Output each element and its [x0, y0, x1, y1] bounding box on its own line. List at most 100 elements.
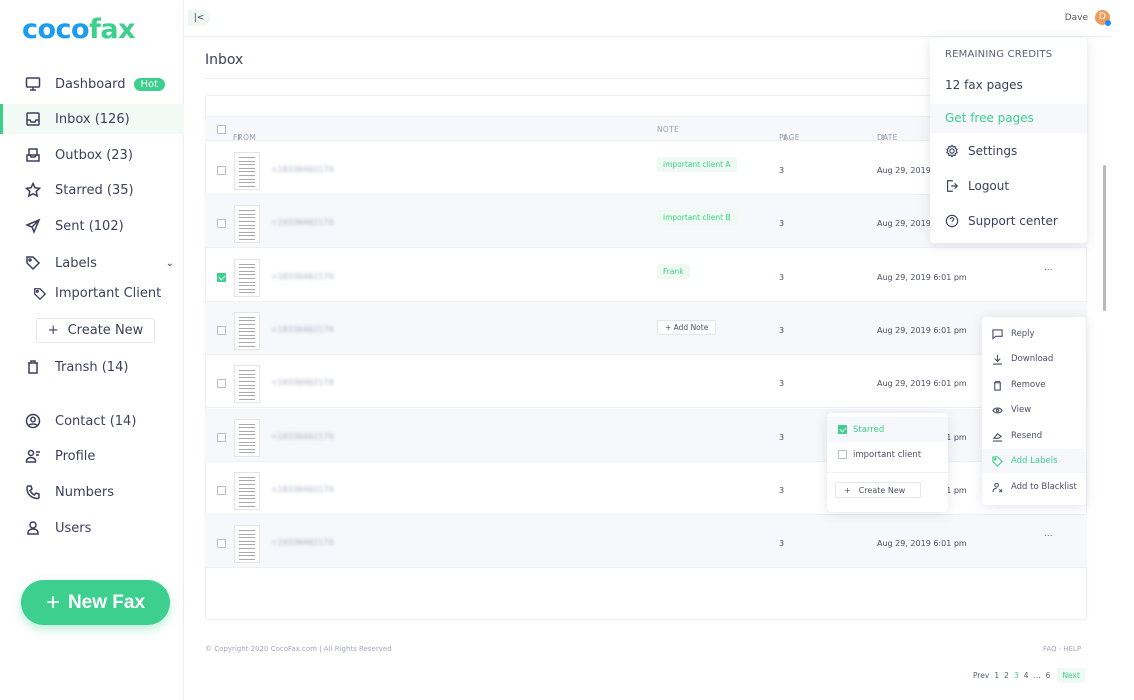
user-menu[interactable]: Dave D — [1065, 10, 1111, 26]
sidebar-item-users[interactable]: Users — [0, 513, 184, 543]
from-number[interactable]: +18336462174 — [271, 218, 334, 227]
chevron-down-icon[interactable]: ⌄ — [166, 258, 174, 269]
sidebar-item-dashboard[interactable]: Dashboard Hot — [0, 69, 184, 99]
faq-help-links[interactable]: FAQ · HELP — [1043, 645, 1081, 653]
table-row[interactable]: +183364621743Aug 29, 2019 6:01 pm — [205, 355, 1087, 409]
date: Aug 29, 2019 6:01 pm — [877, 539, 967, 549]
sidebar-item-labels[interactable]: Labels ⌄ — [0, 248, 184, 278]
credits-header: REMAINING CREDITS — [945, 49, 1053, 60]
sidebar-item-label: Inbox (126) — [55, 111, 130, 127]
more-actions-icon[interactable]: ... — [1044, 529, 1053, 539]
logout-menu-item[interactable]: Logout — [945, 179, 1009, 193]
fax-thumbnail[interactable] — [234, 418, 260, 457]
phone-icon — [25, 484, 41, 500]
sidebar-item-contact[interactable]: Contact (14) — [0, 406, 184, 436]
from-number[interactable]: +18336462174 — [271, 272, 334, 281]
settings-menu-item[interactable]: Settings — [945, 144, 1017, 158]
from-number[interactable]: +18336462174 — [271, 538, 334, 547]
page-4[interactable]: 4 — [1024, 671, 1029, 680]
table-row[interactable]: +183364621743Aug 29, 2019 6:01 pm — [205, 408, 1087, 462]
plus-icon: + — [47, 323, 59, 338]
reply-menu-item[interactable]: Reply — [982, 322, 1086, 346]
note-tag[interactable]: important client A — [657, 157, 737, 172]
sort-icon: ⇕ — [779, 133, 789, 142]
remove-menu-item[interactable]: Remove — [982, 373, 1086, 397]
sidebar-label-important-client[interactable]: Important Client — [33, 286, 161, 301]
sidebar-item-numbers[interactable]: Numbers — [0, 477, 184, 507]
from-number[interactable]: +18336462174 — [271, 378, 334, 387]
sidebar-item-inbox[interactable]: Inbox (126) — [0, 104, 184, 134]
sidebar-item-outbox[interactable]: Outbox (23) — [0, 140, 184, 170]
profile-icon — [25, 448, 41, 464]
support-center-menu-item[interactable]: Support center — [945, 214, 1058, 228]
sidebar-item-sent[interactable]: Sent (102) — [0, 211, 184, 241]
select-all-checkbox[interactable] — [217, 125, 226, 134]
fax-thumbnail[interactable] — [234, 471, 260, 510]
sidebar-item-trash[interactable]: Transh (14) — [0, 352, 184, 382]
table-row[interactable]: +18336462174 Frank 3 Aug 29, 2019 6:01 pm..… — [205, 249, 1087, 302]
new-fax-button[interactable]: + New Fax — [21, 580, 170, 625]
avatar[interactable]: D — [1095, 10, 1111, 26]
fax-thumbnail[interactable] — [234, 365, 260, 404]
row-checkbox[interactable] — [217, 539, 226, 549]
sidebar-item-label: Numbers — [55, 484, 114, 500]
outbox-icon — [25, 147, 41, 163]
page-2[interactable]: 2 — [1004, 671, 1009, 680]
page-count: 3 — [779, 485, 785, 495]
fax-thumbnail[interactable] — [234, 525, 260, 564]
page-6[interactable]: 6 — [1046, 671, 1051, 680]
row-checkbox[interactable] — [217, 379, 226, 389]
more-actions-icon[interactable]: ... — [1044, 263, 1053, 273]
page-1[interactable]: 1 — [994, 671, 999, 680]
collapse-sidebar-button[interactable]: |< — [188, 10, 210, 26]
checkbox[interactable] — [838, 450, 847, 459]
add-labels-menu-item[interactable]: Add Labels — [982, 449, 1086, 473]
page-count: 3 — [779, 219, 785, 229]
row-checkbox[interactable] — [217, 325, 226, 335]
plus-icon: + — [665, 322, 674, 332]
table-row[interactable]: +18336462174 + Add Note 3 Aug 29, 2019 6:01… — [205, 301, 1087, 355]
divider — [827, 472, 948, 473]
fax-thumbnail[interactable] — [234, 311, 260, 350]
sidebar-item-label: Dashboard — [55, 76, 126, 92]
row-checkbox[interactable] — [217, 166, 226, 175]
note-tag[interactable]: important client B — [657, 210, 737, 226]
account-dropdown: REMAINING CREDITS 12 fax pages Get free … — [930, 38, 1087, 243]
resend-menu-item[interactable]: Resend — [982, 424, 1086, 448]
fax-thumbnail[interactable] — [234, 205, 260, 244]
sidebar-item-label: Contact (14) — [55, 413, 137, 429]
trash-icon — [993, 380, 1002, 391]
inbox-icon — [25, 111, 41, 127]
label-option-starred[interactable]: Starred — [827, 417, 948, 442]
next-page-button[interactable]: Next — [1057, 668, 1085, 683]
add-note-button[interactable]: + Add Note — [657, 319, 717, 335]
from-number[interactable]: +18336462174 — [271, 165, 334, 174]
view-menu-item[interactable]: View — [982, 398, 1086, 422]
prev-page-button[interactable]: Prev — [973, 671, 989, 680]
cocofax-logo[interactable]: cocofax — [22, 14, 135, 45]
row-checkbox[interactable] — [217, 219, 226, 229]
table-row[interactable]: +18336462174 3 Aug 29, 2019 6:01 pm... — [205, 515, 1087, 569]
sidebar-item-profile[interactable]: Profile — [0, 441, 184, 471]
sidebar-item-starred[interactable]: Starred (35) — [0, 175, 184, 205]
from-number[interactable]: +18336462174 — [271, 432, 334, 441]
row-checkbox[interactable] — [217, 432, 226, 442]
add-to-blacklist-menu-item[interactable]: Add to Blacklist — [982, 475, 1086, 499]
page-3[interactable]: 3 — [1014, 671, 1019, 680]
scrollbar[interactable] — [1103, 165, 1106, 311]
from-number[interactable]: +18336462174 — [271, 325, 334, 334]
row-checkbox[interactable] — [217, 272, 226, 282]
fax-thumbnail[interactable] — [234, 258, 260, 297]
label-option-important-client[interactable]: important client — [827, 442, 948, 467]
download-menu-item[interactable]: Download — [982, 347, 1086, 371]
row-actions-menu: Reply Download Remove View Resend Add La… — [982, 317, 1086, 505]
row-checkbox[interactable] — [217, 485, 226, 495]
from-number[interactable]: +18336462174 — [271, 485, 334, 494]
create-new-label-button[interactable]: + Create New — [835, 482, 921, 498]
create-label-button[interactable]: + Create New — [36, 318, 155, 343]
fax-thumbnail[interactable] — [234, 152, 260, 190]
note-tag[interactable]: Frank — [657, 263, 690, 279]
table-row[interactable]: +183364621743Aug 29, 2019 6:01 pm — [205, 462, 1087, 515]
get-free-pages-link[interactable]: Get free pages — [930, 104, 1087, 133]
checkbox-checked[interactable] — [838, 425, 847, 434]
